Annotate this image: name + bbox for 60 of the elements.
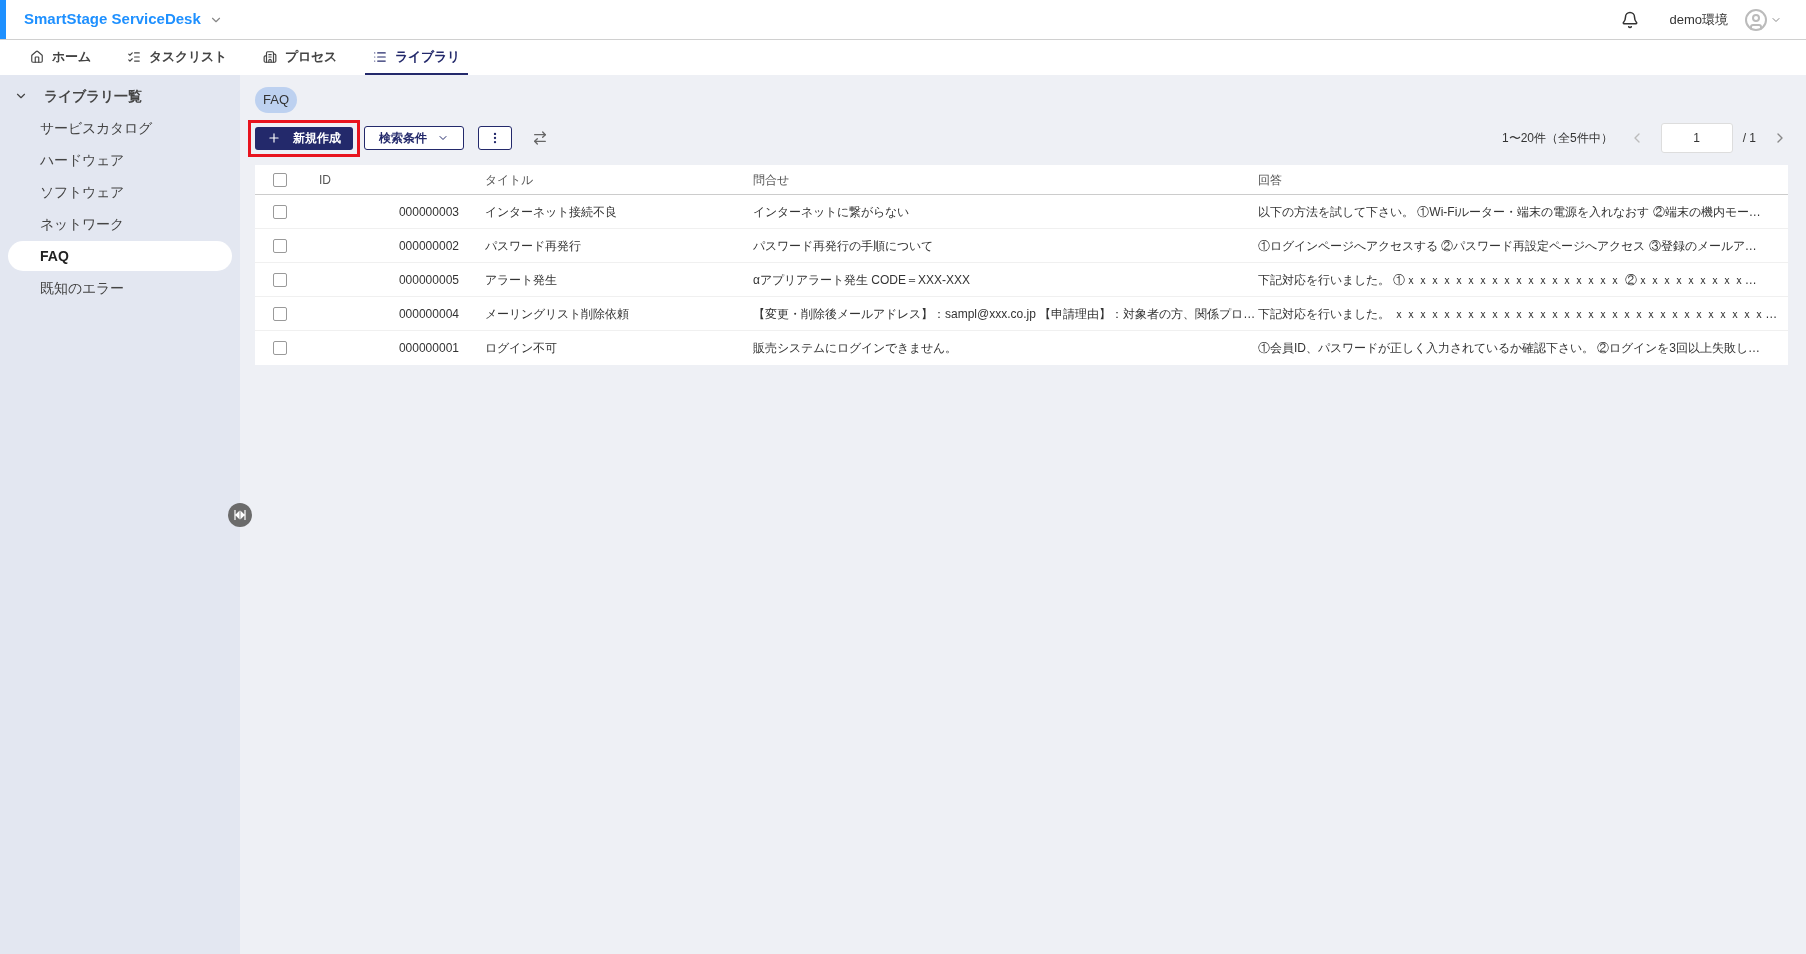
table-cell-text: 販売システムにログインできません。 <box>753 340 957 357</box>
table-cell-text: インターネットに繋がらない <box>753 203 909 221</box>
sidebar-item[interactable]: ハードウェア <box>8 145 232 175</box>
page-total: / 1 <box>1742 130 1756 147</box>
user-avatar-icon[interactable] <box>1744 7 1768 32</box>
table-cell-text: ①会員ID、パスワードが正しく入力されているか確認下さい。 ②ログインを3回以上失敗し… <box>1258 340 1760 357</box>
nav-tab[interactable]: プロセス <box>255 40 345 75</box>
table-cell-text: 000000002 <box>398 237 460 255</box>
table-cell-text: 000000005 <box>398 271 460 289</box>
nav-tab[interactable]: ホーム <box>22 40 99 75</box>
nav-tab[interactable]: タスクリスト <box>119 40 235 75</box>
result-range: 1〜20件（全5件中） <box>1501 130 1613 147</box>
page-input[interactable]: 1 <box>1660 123 1733 153</box>
table-cell-text: 【変更・削除後メールアドレス】：sampl@xxx.co.jp 【申請理由】：対象者の方、関係プロ… <box>753 305 1256 323</box>
environment-label: demo環境 <box>1669 10 1728 29</box>
column-header: タイトル <box>485 171 533 189</box>
swap-arrows-icon[interactable] <box>532 130 548 146</box>
sidebar-item[interactable]: サービスカタログ <box>8 113 232 143</box>
more-button[interactable] <box>478 126 512 150</box>
sidebar-item[interactable]: ソフトウェア <box>8 177 232 207</box>
table-cell-text: αアプリアラート発生 CODE＝XXX-XXX <box>753 271 970 289</box>
sidebar-heading[interactable]: ライブラリ一覧 <box>8 81 142 111</box>
faq-chip: FAQ <box>255 87 297 113</box>
table-cell-text: パスワード再発行の手順について <box>753 237 933 255</box>
house-icon <box>30 49 44 64</box>
accent-bar <box>0 0 6 39</box>
checkbox[interactable] <box>273 306 287 321</box>
list-icon <box>373 49 387 64</box>
filter-button[interactable]: 検索条件 <box>364 126 464 150</box>
checkbox[interactable] <box>273 272 287 287</box>
table-cell-text: 000000004 <box>398 305 460 323</box>
table-cell-text: インターネット接続不良 <box>485 203 617 221</box>
table-cell-text: 下記対応を行いました。 ①ｘｘｘｘｘｘｘｘｘｘｘｘｘｘｘｘｘｘ ②ｘｘｘｘｘｘｘｘｘ… <box>1258 271 1757 289</box>
nav-tab[interactable]: ライブラリ <box>365 40 468 75</box>
building-icon <box>263 49 277 64</box>
table-cell-text: 000000001 <box>398 340 460 357</box>
checklist-icon <box>127 49 141 64</box>
table-cell-text: 000000003 <box>398 203 460 221</box>
table-cell-text: アラート発生 <box>485 271 557 289</box>
sidebar-item[interactable]: 既知のエラー <box>8 273 232 303</box>
sidebar-item[interactable]: ネットワーク <box>8 209 232 239</box>
collapse-arrows-icon <box>234 510 246 520</box>
collapse-handle[interactable] <box>228 503 252 527</box>
table-cell-text: 以下の方法を試して下さい。 ①Wi-Fiルーター・端末の電源を入れなおす ②端末の機内モー… <box>1258 203 1761 221</box>
column-header: ID <box>319 171 331 189</box>
table-cell-text: ログイン不可 <box>485 340 557 357</box>
checkbox[interactable] <box>273 341 287 355</box>
column-header: 問合せ <box>753 171 789 189</box>
new-button[interactable]: 新規作成 <box>255 126 353 150</box>
table-cell-text: メーリングリスト削除依頼 <box>485 305 629 323</box>
sidebar-item[interactable]: FAQ <box>8 241 232 271</box>
plus-icon <box>267 131 281 145</box>
table-cell-text: 下記対応を行いました。 ｘｘｘｘｘｘｘｘｘｘｘｘｘｘｘｘｘｘｘｘｘｘｘｘｘｘｘｘｘｘｘ… <box>1258 305 1778 323</box>
checkbox[interactable] <box>273 172 287 187</box>
checkbox[interactable] <box>273 238 287 253</box>
checkbox[interactable] <box>273 204 287 219</box>
table-cell-text: ①ログインページへアクセスする ②パスワード再設定ページへアクセス ③登録のメールア… <box>1258 237 1757 255</box>
column-header: 回答 <box>1258 171 1282 189</box>
bell-icon[interactable] <box>1621 10 1640 29</box>
table-cell-text: パスワード再発行 <box>485 237 581 255</box>
